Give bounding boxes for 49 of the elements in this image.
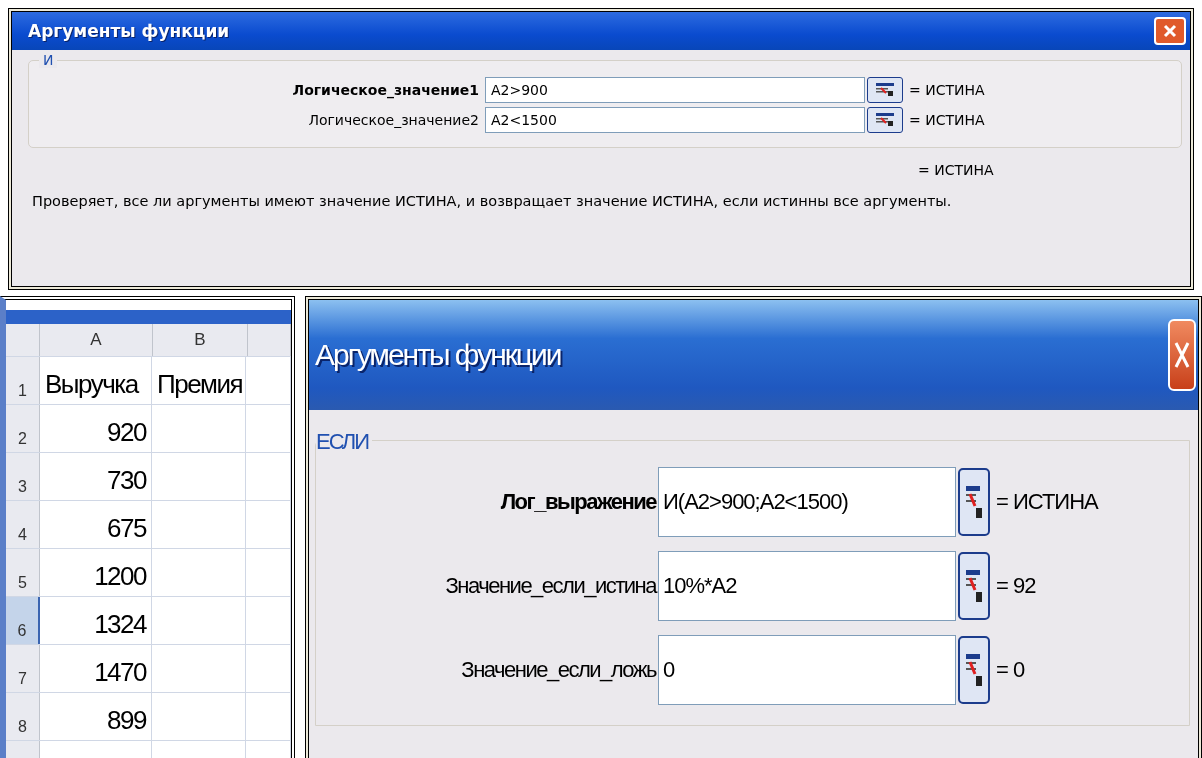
table-cell: 920 <box>40 405 152 452</box>
argument-field[interactable]: A2<1500 <box>485 107 865 133</box>
row-header[interactable]: 4 <box>6 501 40 548</box>
argument-field[interactable]: 0 <box>658 635 956 705</box>
table-cell: 1470 <box>40 645 152 692</box>
argument-result: = 0 <box>995 657 1025 683</box>
range-select-button[interactable] <box>958 636 990 704</box>
window-title: Аргументы функции <box>315 338 561 372</box>
row-header[interactable]: 2 <box>6 405 40 452</box>
range-select-button[interactable] <box>867 77 903 103</box>
row-header[interactable]: 8 <box>6 693 40 740</box>
row-header[interactable]: 7 <box>6 645 40 692</box>
formula-result: = ИСТИНА <box>918 162 994 178</box>
argument-result: = 92 <box>995 573 1036 599</box>
argument-result: = ИСТИНА <box>908 112 985 128</box>
row-header[interactable]: 3 <box>6 453 40 500</box>
table-cell: 1324 <box>40 597 152 644</box>
range-select-icon <box>875 82 895 98</box>
argument-field[interactable]: A2>900 <box>485 77 865 103</box>
column-header[interactable]: A <box>40 324 153 356</box>
close-button[interactable] <box>1168 319 1196 391</box>
range-select-icon <box>875 112 895 128</box>
argument-label: Значение_если_истина <box>444 573 656 599</box>
range-select-button[interactable] <box>867 107 903 133</box>
table-cell: 1200 <box>40 549 152 596</box>
table-cell: 730 <box>40 453 152 500</box>
row-header[interactable]: 6 <box>6 597 40 644</box>
table-cell: 899 <box>40 693 152 740</box>
function-description: Проверяет, все ли аргументы имеют значение ИСТИНА, и возвращает значение ИСТИНА, если истинны все аргументы. <box>32 192 953 211</box>
argument-result: = ИСТИНА <box>908 82 985 98</box>
argument-label: Логическое_значение2 <box>307 112 480 128</box>
argument-field[interactable]: 10%*A2 <box>658 551 956 621</box>
corner-cell[interactable] <box>6 324 40 356</box>
argument-label: Логическое_значение1 <box>291 82 480 98</box>
argument-label: Значение_если_ложь <box>460 657 656 683</box>
window-title: Аргументы функции <box>28 21 230 41</box>
close-button[interactable] <box>1154 17 1186 45</box>
argument-result: = ИСТИНА <box>995 489 1098 515</box>
row-header[interactable]: 5 <box>6 549 40 596</box>
function-name: И <box>39 52 58 68</box>
column-header[interactable]: B <box>153 324 248 356</box>
range-select-button[interactable] <box>958 468 990 536</box>
argument-field[interactable]: И(A2>900;A2<1500) <box>658 467 956 537</box>
table-cell: Выручка <box>40 357 152 404</box>
table-cell: Премия <box>152 357 246 404</box>
row-header[interactable]: 1 <box>6 357 40 404</box>
table-cell: 675 <box>40 501 152 548</box>
argument-label: Лог_выражение <box>499 489 656 515</box>
range-select-button[interactable] <box>958 552 990 620</box>
